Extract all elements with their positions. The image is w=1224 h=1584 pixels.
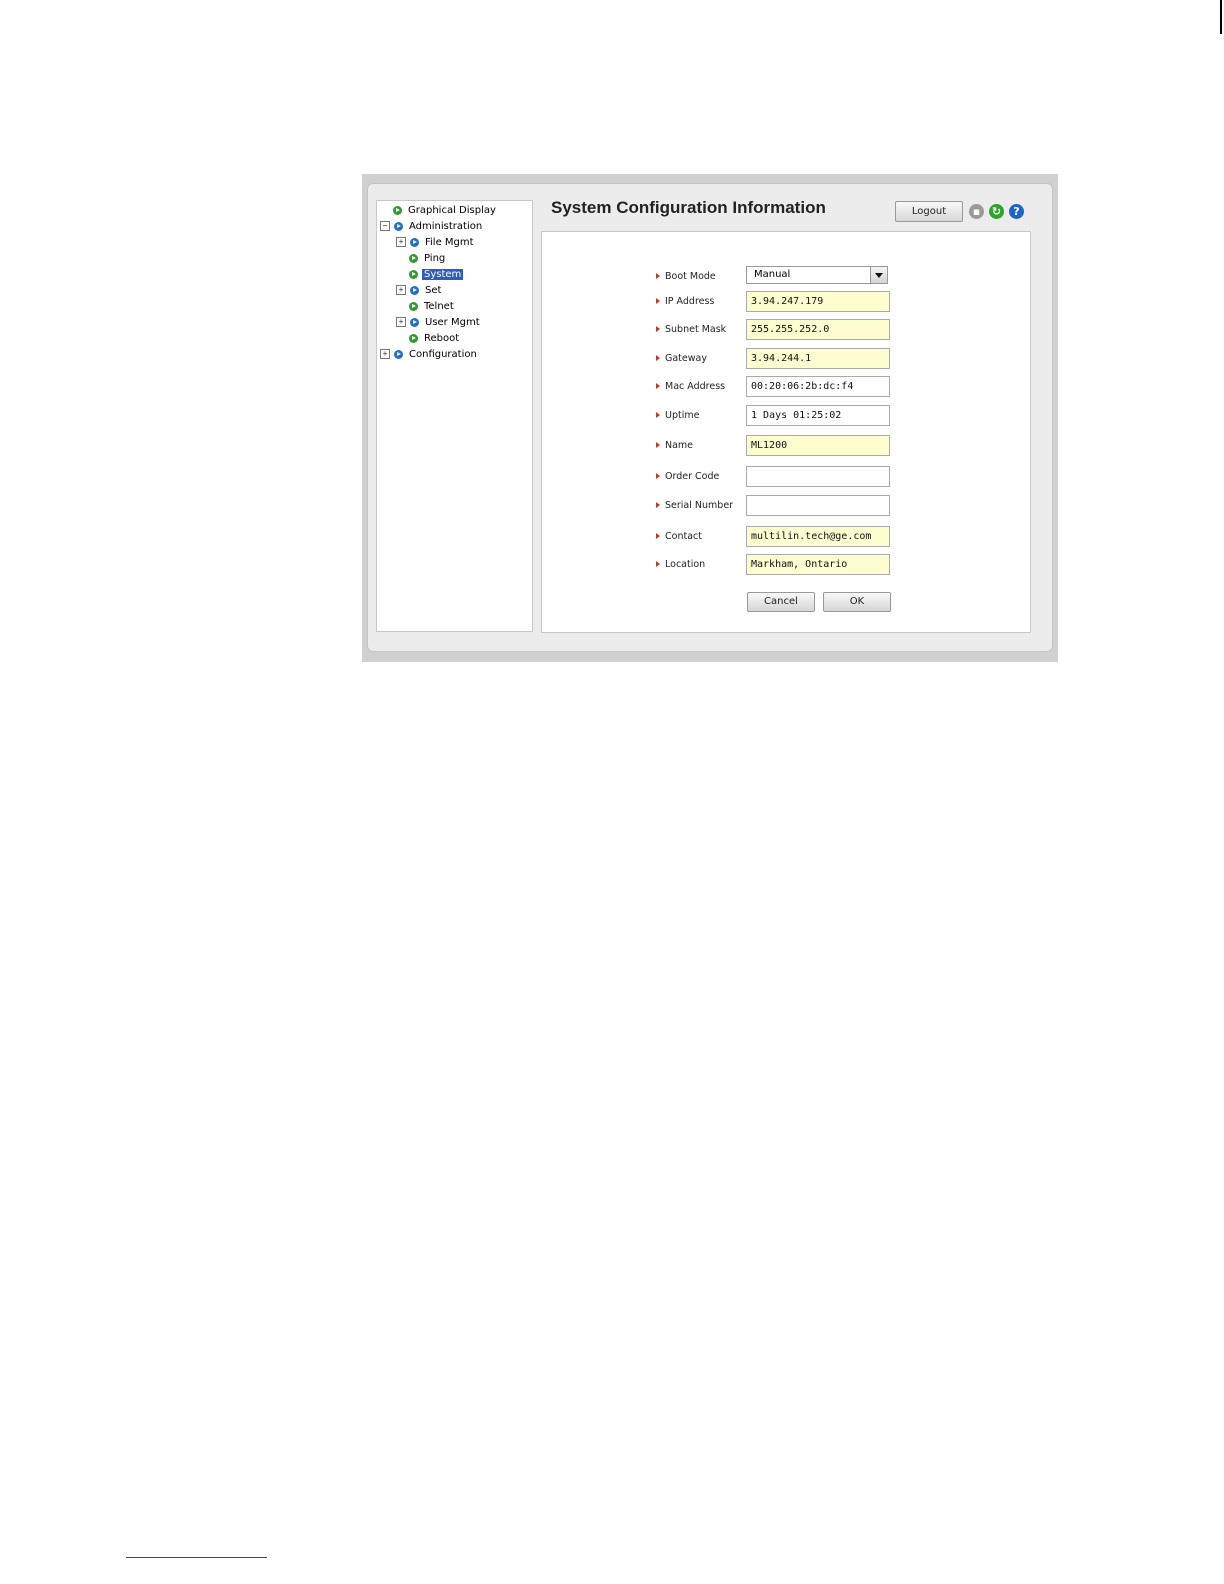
form-row-ip-address: IP Address — [542, 291, 1030, 313]
logout-button[interactable]: Logout — [895, 201, 963, 222]
tree-item-label: Reboot — [424, 332, 460, 344]
green-arrow-icon — [409, 253, 418, 263]
uptime-field — [746, 405, 890, 426]
tree-item-set[interactable]: + Set — [396, 283, 443, 297]
expand-icon[interactable]: + — [396, 237, 406, 247]
tree-item-user-mgmt[interactable]: + User Mgmt — [396, 315, 482, 329]
save-icon[interactable]: ▪ — [969, 204, 984, 219]
screenshot-frame: Graphical Display − Administration + Fil… — [362, 174, 1058, 662]
boot-mode-value: Manual — [754, 269, 791, 280]
form-row-name: Name — [542, 435, 1030, 457]
blue-arrow-icon — [394, 349, 403, 359]
ip-address-label: IP Address — [656, 296, 714, 307]
name-field[interactable] — [746, 435, 890, 456]
form-row-mac-address: Mac Address — [542, 376, 1030, 398]
serial-number-label: Serial Number — [656, 500, 733, 511]
tree-item-label: User Mgmt — [425, 316, 480, 328]
order-code-label: Order Code — [656, 471, 719, 482]
refresh-icon[interactable]: ↻ — [989, 204, 1004, 219]
boot-mode-label: Boot Mode — [656, 271, 716, 282]
form-row-gateway: Gateway — [542, 348, 1030, 370]
blue-arrow-icon — [410, 317, 419, 327]
tree-item-label: Telnet — [424, 300, 454, 312]
form-row-contact: Contact — [542, 526, 1030, 548]
subnet-mask-label: Subnet Mask — [656, 324, 726, 335]
blue-arrow-icon — [410, 237, 419, 247]
ok-button[interactable]: OK — [823, 592, 891, 612]
form-row-uptime: Uptime — [542, 405, 1030, 427]
tree-item-label-selected: System — [422, 268, 464, 280]
collapse-icon[interactable]: − — [380, 221, 390, 231]
green-arrow-icon — [393, 205, 402, 215]
green-arrow-icon — [409, 333, 418, 343]
cancel-button[interactable]: Cancel — [747, 592, 815, 612]
tree-item-label: Graphical Display — [408, 204, 496, 216]
tree-item-administration[interactable]: − Administration — [380, 219, 484, 233]
green-arrow-icon — [409, 301, 418, 311]
form-row-serial-number: Serial Number — [542, 495, 1030, 517]
expand-icon[interactable]: + — [396, 285, 406, 295]
chevron-down-icon[interactable] — [870, 267, 887, 283]
form-row-subnet-mask: Subnet Mask — [542, 319, 1030, 341]
form-row-order-code: Order Code — [542, 466, 1030, 488]
contact-field[interactable] — [746, 526, 890, 547]
ip-address-field[interactable] — [746, 291, 890, 312]
tree-item-graphical-display[interactable]: Graphical Display — [393, 203, 498, 217]
expand-icon[interactable]: + — [380, 349, 390, 359]
tree-item-configuration[interactable]: + Configuration — [380, 347, 479, 361]
form-row-location: Location — [542, 554, 1030, 576]
subnet-mask-field[interactable] — [746, 319, 890, 340]
navigation-tree: Graphical Display − Administration + Fil… — [376, 200, 533, 632]
blue-arrow-icon — [394, 221, 403, 231]
location-label: Location — [656, 559, 705, 570]
app-window: Graphical Display − Administration + Fil… — [367, 183, 1053, 652]
help-icon[interactable]: ? — [1009, 204, 1024, 219]
expand-icon[interactable]: + — [396, 317, 406, 327]
tree-item-reboot[interactable]: Reboot — [409, 331, 461, 345]
form-row-boot-mode: Boot Mode Manual — [542, 266, 1030, 288]
uptime-label: Uptime — [656, 410, 699, 421]
order-code-field — [746, 466, 890, 487]
green-arrow-icon — [409, 269, 418, 279]
tree-item-label: File Mgmt — [425, 236, 474, 248]
tree-item-label: Administration — [409, 220, 483, 232]
blue-arrow-icon — [410, 285, 419, 295]
tree-item-label: Set — [425, 284, 442, 296]
page-edge-rule — [1220, 0, 1222, 34]
gateway-field[interactable] — [746, 348, 890, 369]
tree-item-ping[interactable]: Ping — [409, 251, 447, 265]
location-field[interactable] — [746, 554, 890, 575]
mac-address-label: Mac Address — [656, 381, 725, 392]
tree-item-label: Ping — [424, 252, 446, 264]
gateway-label: Gateway — [656, 353, 707, 364]
tree-item-label: Configuration — [409, 348, 477, 360]
footer-link-underline — [126, 1557, 267, 1558]
tree-item-telnet[interactable]: Telnet — [409, 299, 456, 313]
tree-item-system[interactable]: System — [409, 267, 464, 281]
config-form-panel: Boot Mode Manual IP Address Subnet Mask … — [541, 231, 1031, 633]
name-label: Name — [656, 440, 693, 451]
serial-number-field — [746, 495, 890, 516]
contact-label: Contact — [656, 531, 702, 542]
mac-address-field — [746, 376, 890, 397]
tree-item-file-mgmt[interactable]: + File Mgmt — [396, 235, 476, 249]
boot-mode-select[interactable]: Manual — [746, 266, 888, 284]
page-title: System Configuration Information — [551, 198, 826, 217]
